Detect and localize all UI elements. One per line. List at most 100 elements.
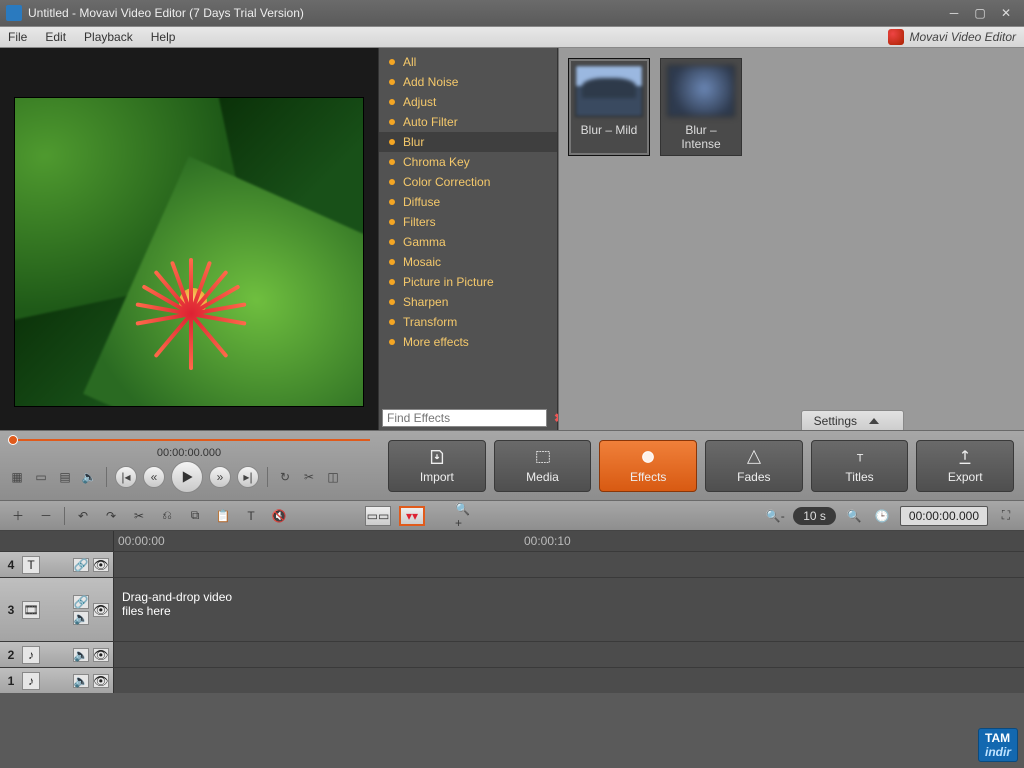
menu-file[interactable]: File [8,30,27,44]
effect-thumb-blur-intense[interactable]: Blur – Intense [660,58,742,156]
effect-category-item[interactable]: Sharpen [379,292,557,312]
effect-category-item[interactable]: All [379,52,557,72]
watermark-a: TAM [985,731,1010,745]
tab-label: Titles [845,470,873,484]
tab-fades[interactable]: Fades [705,440,803,492]
split-button[interactable]: ⎌ [157,506,177,526]
mute-track-icon[interactable]: 🔈 [73,648,89,662]
menu-playback[interactable]: Playback [84,30,133,44]
effect-category-item[interactable]: Mosaic [379,252,557,272]
snapshot-icon[interactable]: ✂ [300,468,318,486]
preview-image[interactable] [14,97,364,407]
clock-icon[interactable]: 🕒 [872,506,892,526]
effect-category-item[interactable]: Color Correction [379,172,557,192]
timeline-view-button[interactable]: ▾▾ [399,506,425,526]
text-tool-button[interactable]: T [241,506,261,526]
view-mode-icon[interactable]: ▦ [8,468,26,486]
mute-track-icon[interactable]: 🔈 [73,674,89,688]
timeline-scale[interactable]: 10 s [793,507,836,525]
track-2-audio[interactable]: 2 ♪ 🔈 👁 [0,641,1024,667]
position-slider[interactable] [8,435,370,445]
paste-button[interactable]: 📋 [213,506,233,526]
timeline-timebox[interactable]: 00:00:00.000 [900,506,988,526]
cut-button[interactable]: ✂ [129,506,149,526]
menubar: File Edit Playback Help Movavi Video Edi… [0,26,1024,48]
fullscreen-button[interactable]: ⛶ [996,506,1016,526]
forward-button[interactable]: » [209,466,231,488]
track-4-titles[interactable]: 4 T 🔗 👁 [0,551,1024,577]
zoom-out-button[interactable]: 🔍- [765,506,785,526]
tab-import[interactable]: Import [388,440,486,492]
video-track-icon[interactable]: 🎞 [22,601,40,619]
remove-button[interactable]: － [36,506,56,526]
effect-category-item[interactable]: Add Noise [379,72,557,92]
track-number: 1 [4,674,18,688]
volume-icon[interactable]: 🔈 [80,468,98,486]
effect-category-item[interactable]: Chroma Key [379,152,557,172]
effect-category-label: Sharpen [403,295,448,309]
film-icon[interactable]: ▤ [56,468,74,486]
media-icon [534,448,552,466]
minimize-button[interactable]: ─ [942,5,966,21]
close-button[interactable]: ✕ [994,5,1018,21]
effect-category-item[interactable]: More effects [379,332,557,352]
effect-category-item[interactable]: Transform [379,312,557,332]
chevron-up-icon [869,418,879,424]
effect-category-label: All [403,55,416,69]
add-button[interactable]: ＋ [8,506,28,526]
thumb-preview [667,65,735,117]
undo-button[interactable]: ↶ [73,506,93,526]
track-number: 4 [4,558,18,572]
maximize-button[interactable]: ▢ [968,5,992,21]
effect-category-item[interactable]: Picture in Picture [379,272,557,292]
copy-button[interactable]: ⧉ [185,506,205,526]
visibility-icon[interactable]: 👁 [93,674,109,688]
crop-icon[interactable]: ◫ [324,468,342,486]
timeline-ruler[interactable]: 00:00:00 00:00:10 [0,531,1024,551]
zoom-fit-icon[interactable]: ▭ [32,468,50,486]
visibility-icon[interactable]: 👁 [93,603,109,617]
storyboard-view-button[interactable]: ▭▭ [365,506,391,526]
zoom-fit-button[interactable]: 🔍 [844,506,864,526]
go-start-button[interactable]: |◂ [115,466,137,488]
loop-icon[interactable]: ↻ [276,468,294,486]
visibility-icon[interactable]: 👁 [93,648,109,662]
audio-track-icon[interactable]: ♪ [22,672,40,690]
mute-track-icon[interactable]: 🔈 [73,611,89,625]
tab-effects[interactable]: Effects [599,440,697,492]
track-1-audio[interactable]: 1 ♪ 🔈 👁 [0,667,1024,693]
tab-titles[interactable]: T Titles [811,440,909,492]
ruler-label: 00:00:00 [118,534,165,548]
redo-button[interactable]: ↷ [101,506,121,526]
menu-help[interactable]: Help [151,30,176,44]
bullet-icon [389,159,395,165]
mute-button[interactable]: 🔇 [269,506,289,526]
effect-thumb-blur-mild[interactable]: Blur – Mild [568,58,650,156]
effect-category-item[interactable]: Blur [379,132,557,152]
tab-export[interactable]: Export [916,440,1014,492]
effects-list[interactable]: All Add Noise AdjustAuto FilterBlurChroma … [379,48,557,406]
effect-category-item[interactable]: Auto Filter [379,112,557,132]
link-icon[interactable]: 🔗 [73,595,89,609]
visibility-icon[interactable]: 👁 [93,558,109,572]
effect-category-item[interactable]: Diffuse [379,192,557,212]
effect-category-item[interactable]: Adjust [379,92,557,112]
effect-category-label: Add Noise [403,75,458,89]
link-icon[interactable]: 🔗 [73,558,89,572]
rewind-button[interactable]: « [143,466,165,488]
timeline-toolbar: ＋ － ↶ ↷ ✂ ⎌ ⧉ 📋 T 🔇 ▭▭ ▾▾ 🔍+ 🔍- 10 s 🔍 🕒… [0,500,1024,530]
svg-text:T: T [856,452,863,464]
zoom-in-button[interactable]: 🔍+ [455,506,475,526]
effect-category-item[interactable]: Gamma [379,232,557,252]
effect-category-item[interactable]: Filters [379,212,557,232]
go-end-button[interactable]: ▸| [237,466,259,488]
play-button[interactable] [171,461,203,493]
audio-track-icon[interactable]: ♪ [22,646,40,664]
title-track-icon[interactable]: T [22,556,40,574]
menu-edit[interactable]: Edit [45,30,66,44]
bullet-icon [389,239,395,245]
tab-media[interactable]: Media [494,440,592,492]
track-3-video[interactable]: 3 🎞 🔗 🔈 👁 Drag-and-drop video files here [0,577,1024,641]
find-effects-input[interactable] [382,409,547,427]
settings-expander[interactable]: Settings [801,410,904,430]
